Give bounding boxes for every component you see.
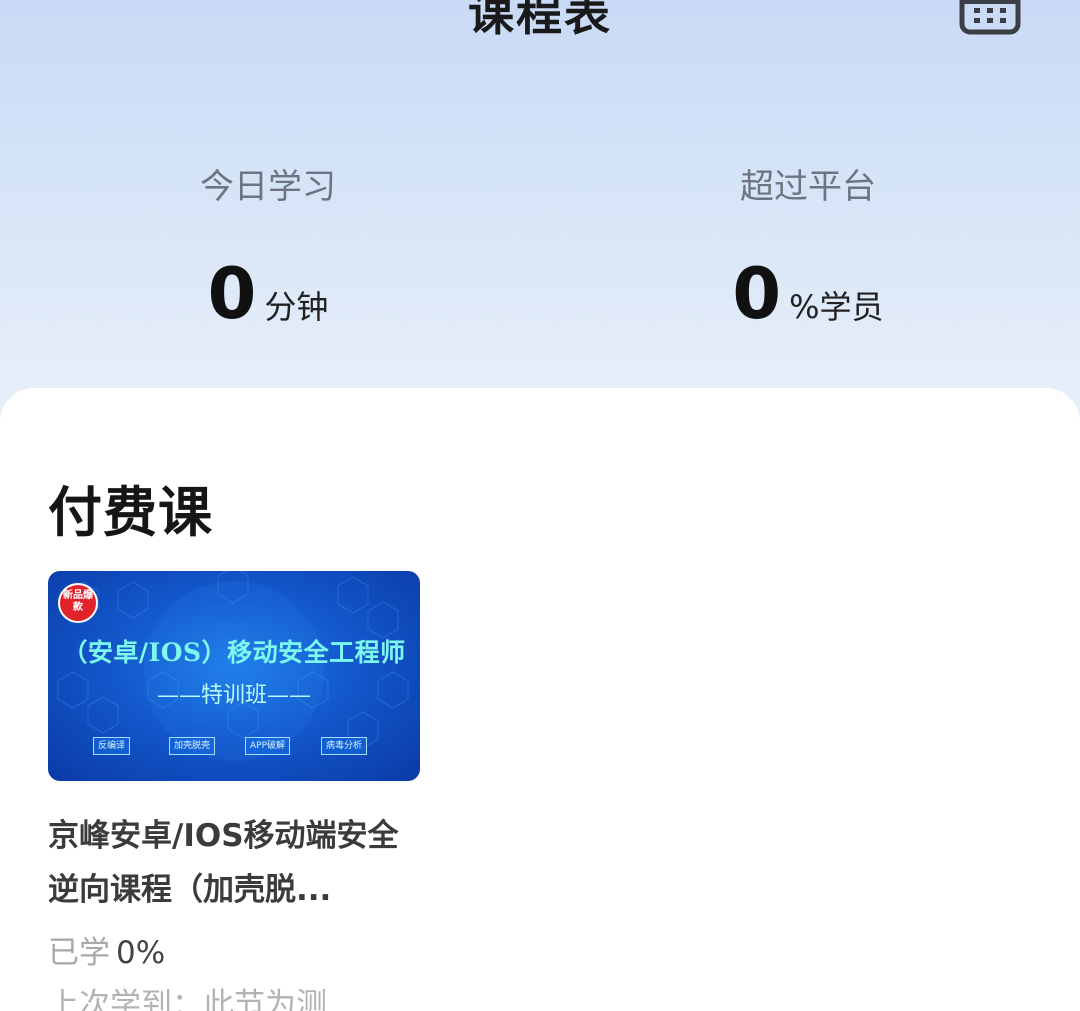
- today-study-stat: 今日学习 0 分钟: [118, 162, 418, 334]
- exceed-platform-unit: %学员: [789, 288, 884, 326]
- exceed-platform-percent: 0: [732, 253, 782, 335]
- progress-value: 0%: [116, 935, 166, 971]
- last-learned: 上次学到：此节为测: [48, 987, 327, 1011]
- badge-text: 新品爆款: [63, 590, 93, 613]
- thumbnail-tags: 反编译 加壳脱壳 APP破解 病毒分析: [48, 737, 420, 755]
- today-study-unit: 分钟: [264, 288, 329, 326]
- exceed-platform-value-row: 0 %学员: [658, 254, 958, 334]
- thumbnail-tag: APP破解: [245, 737, 291, 755]
- thumbnail-tag: 加壳脱壳: [169, 737, 216, 755]
- course-title[interactable]: 京峰安卓/IOS移动端安全逆向课程（加壳脱...: [48, 809, 420, 917]
- progress-label: 已学: [48, 935, 110, 971]
- calendar-icon: [959, 0, 1021, 35]
- course-thumbnail[interactable]: 新品爆款 （安卓/IOS）移动安全工程师 ——特训班—— 反编译 加壳脱壳 AP…: [48, 571, 420, 781]
- exceed-platform-stat: 超过平台 0 %学员: [658, 162, 958, 334]
- course-progress: 已学 0%: [48, 927, 420, 979]
- thumbnail-subtitle: ——特训班——: [156, 683, 311, 708]
- page-title: 课程表: [468, 0, 612, 41]
- thumbnail-tag: 反编译: [93, 737, 131, 755]
- section-title-paid-courses: 付费课: [48, 481, 213, 544]
- content-panel: 付费课 新品爆款 （安卓/IOS）移动安全工程师 ——特训班—— 反编译 加壳脱…: [0, 388, 1080, 1011]
- study-stats: 今日学习 0 分钟 超过平台 0 %学员: [0, 162, 1080, 342]
- thumbnail-title: （安卓/IOS）移动安全工程师: [62, 638, 406, 667]
- today-study-label: 今日学习: [200, 167, 336, 207]
- new-product-badge: 新品爆款: [54, 577, 104, 623]
- thumbnail-tag: 病毒分析: [321, 737, 368, 755]
- today-study-minutes: 0: [207, 253, 257, 335]
- exceed-platform-label: 超过平台: [740, 167, 876, 207]
- calendar-button[interactable]: [958, 0, 1022, 36]
- course-card[interactable]: 新品爆款 （安卓/IOS）移动安全工程师 ——特训班—— 反编译 加壳脱壳 AP…: [48, 571, 420, 1011]
- today-study-value-row: 0 分钟: [118, 254, 418, 334]
